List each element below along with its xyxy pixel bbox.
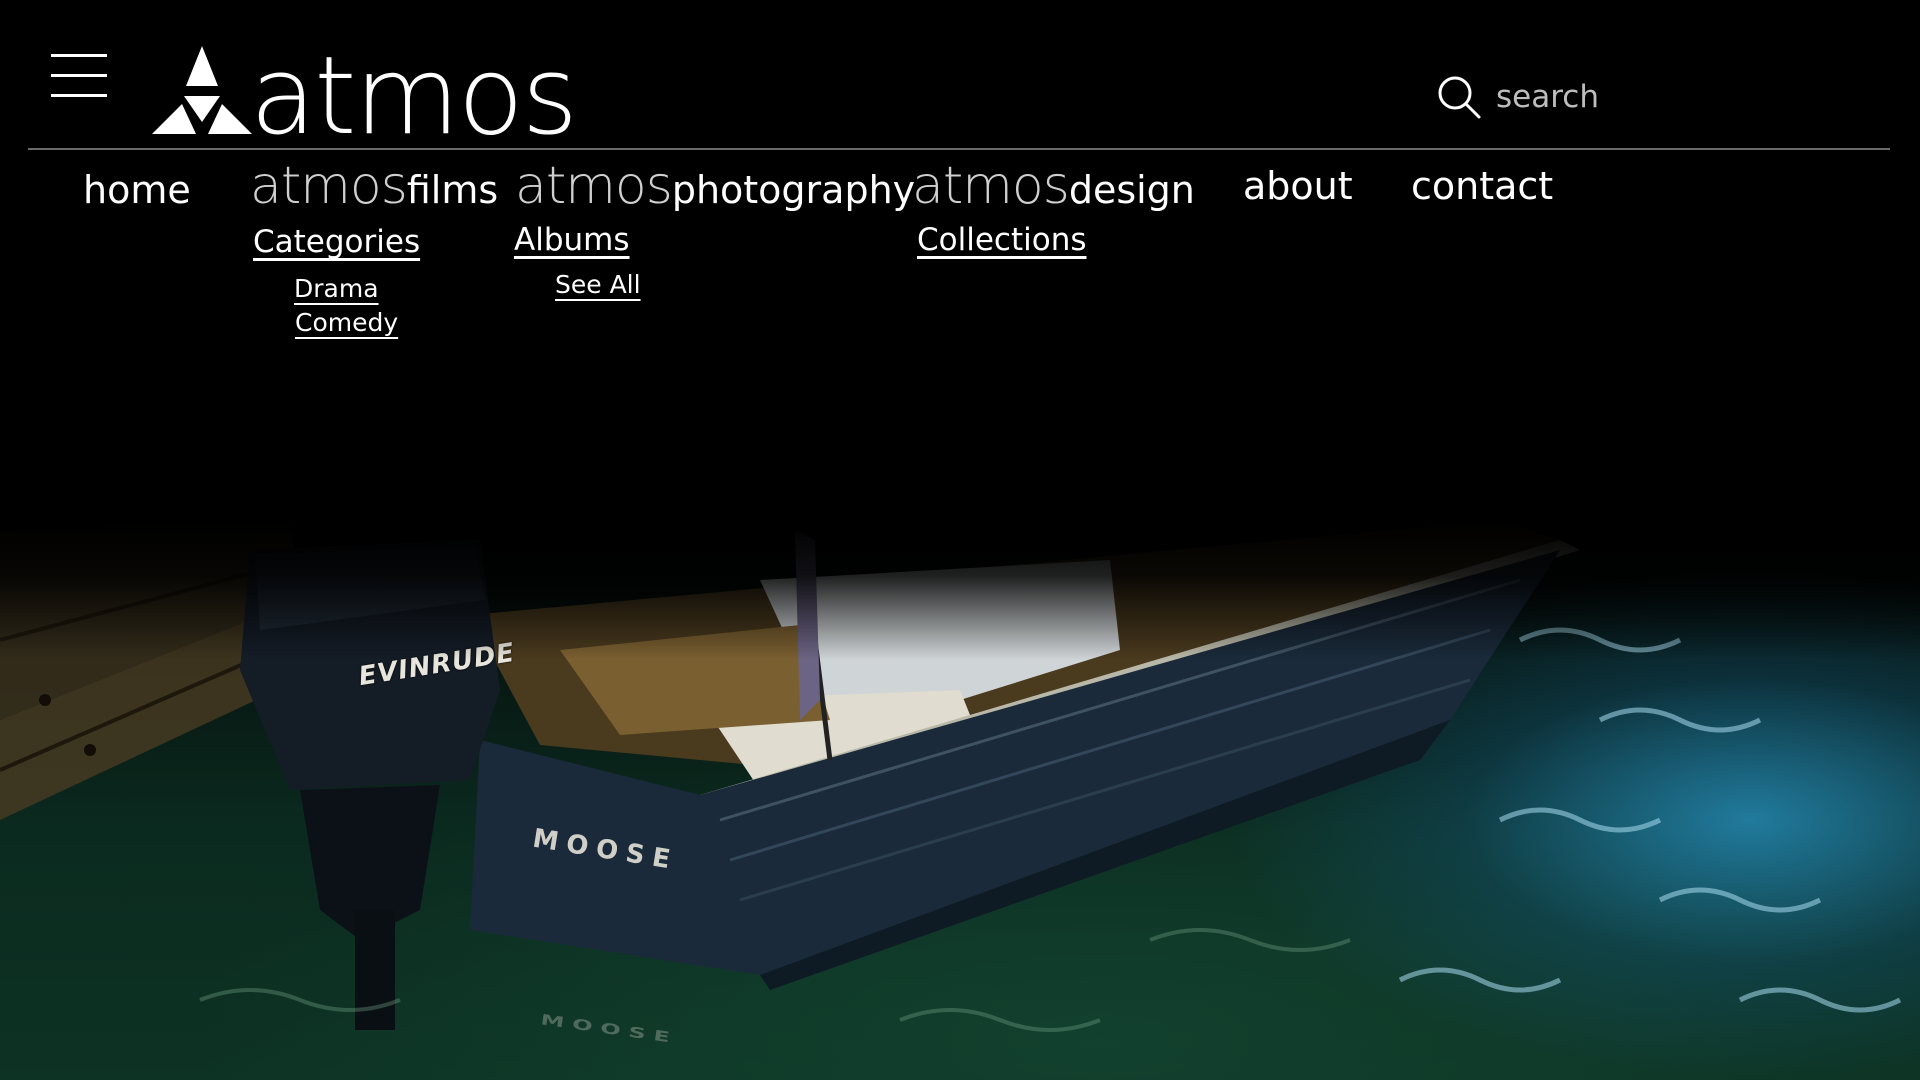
nav-home[interactable]: home <box>83 168 191 212</box>
logo-wordmark: atmos <box>250 34 578 159</box>
nav-brand-suffix: films <box>406 168 499 212</box>
hamburger-menu-icon[interactable] <box>51 52 107 98</box>
nav-brand-suffix: photography <box>671 168 916 212</box>
hero-fade-overlay <box>0 520 1920 660</box>
submenu-films-drama[interactable]: Drama <box>294 274 379 303</box>
nav-brand-suffix: design <box>1068 168 1195 212</box>
nav-atmos-photography[interactable]: atmos photography <box>515 156 915 216</box>
nav-brand-prefix: atmos <box>250 156 408 216</box>
logo-mark-icon <box>152 46 252 134</box>
nav-brand-prefix: atmos <box>912 156 1070 216</box>
nav-brand-prefix: atmos <box>515 156 673 216</box>
nav-about[interactable]: about <box>1243 164 1353 208</box>
search-input[interactable] <box>1496 79 1796 115</box>
submenu-photography-albums[interactable]: Albums <box>514 222 630 258</box>
page: EVINRUDE MOOSE MOOSE atmos home atmosfil… <box>0 0 1920 1080</box>
nav-atmos-films[interactable]: atmos films <box>250 156 498 216</box>
search-bar[interactable] <box>1436 72 1816 122</box>
nav-atmos-design[interactable]: atmos design <box>912 156 1195 216</box>
brand-logo[interactable]: atmos <box>152 36 578 151</box>
hero-image: EVINRUDE MOOSE MOOSE <box>0 520 1920 1080</box>
menu-bar-line <box>51 74 107 77</box>
submenu-photography-see-all[interactable]: See All <box>555 270 641 299</box>
submenu-films-categories[interactable]: Categories <box>253 224 420 260</box>
nav-contact[interactable]: contact <box>1411 164 1553 208</box>
menu-bar-line <box>51 54 107 57</box>
menu-bar-line <box>51 94 107 97</box>
submenu-design-collections[interactable]: Collections <box>917 222 1087 258</box>
header-divider <box>28 148 1890 150</box>
search-icon[interactable] <box>1436 74 1482 120</box>
submenu-films-comedy[interactable]: Comedy <box>295 308 398 337</box>
